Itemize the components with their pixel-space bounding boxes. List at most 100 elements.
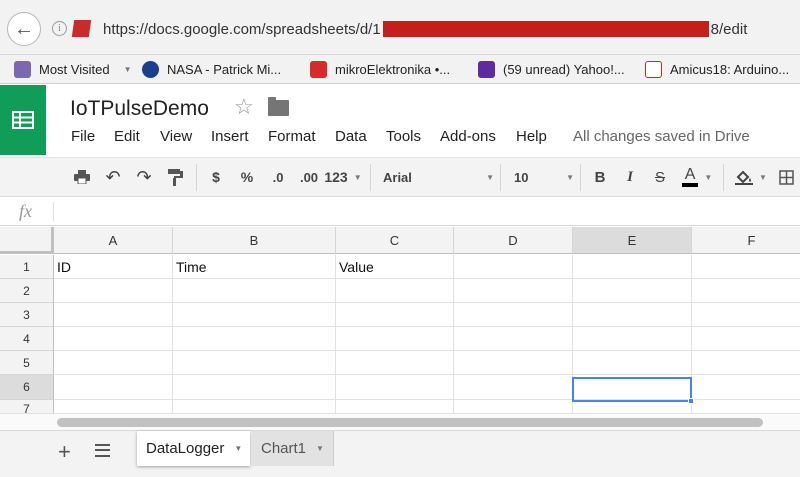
cell-f1[interactable] (692, 255, 800, 279)
cell-a7[interactable] (54, 400, 173, 413)
cell-b1[interactable]: Time (173, 255, 336, 279)
cell-e5[interactable] (573, 351, 692, 375)
menu-file[interactable]: File (71, 128, 95, 145)
cell-b2[interactable] (173, 279, 336, 303)
address-field[interactable]: https://docs.google.com/spreadsheets/d/1… (103, 21, 747, 38)
cell-e1[interactable] (573, 255, 692, 279)
scrollbar-thumb[interactable] (57, 418, 763, 427)
formula-input[interactable] (60, 203, 790, 221)
text-color-button[interactable]: A ▼ (678, 166, 716, 188)
selected-cell-e6[interactable] (572, 377, 692, 402)
tab-chart1[interactable]: Chart1 ▼ (252, 431, 334, 466)
cell-b5[interactable] (173, 351, 336, 375)
italic-button[interactable]: I (620, 166, 640, 188)
menu-view[interactable]: View (160, 128, 192, 145)
bold-button[interactable]: B (590, 166, 610, 188)
cell-f7[interactable] (692, 400, 800, 413)
info-icon[interactable]: i (52, 21, 67, 36)
font-family-select[interactable]: Arial ▼ (378, 166, 494, 188)
cell-f4[interactable] (692, 327, 800, 351)
fill-handle[interactable] (688, 398, 694, 404)
more-formats-button[interactable]: 123 ▼ (324, 166, 361, 188)
cell-a5[interactable] (54, 351, 173, 375)
add-sheet-icon[interactable]: + (58, 439, 71, 465)
save-status[interactable]: All changes saved in Drive (573, 128, 750, 145)
row-header-2[interactable]: 2 (0, 279, 54, 303)
undo-icon[interactable]: ↶ (103, 166, 123, 188)
decrease-decimal-button[interactable]: .0 (266, 166, 290, 188)
cell-e2[interactable] (573, 279, 692, 303)
row-header-6[interactable]: 6 (0, 375, 54, 400)
cell-d7[interactable] (454, 400, 573, 413)
menu-data[interactable]: Data (335, 128, 367, 145)
all-sheets-icon[interactable] (95, 444, 110, 457)
cell-f2[interactable] (692, 279, 800, 303)
select-all-corner[interactable] (0, 227, 54, 254)
cell-f3[interactable] (692, 303, 800, 327)
menu-addons[interactable]: Add-ons (440, 128, 496, 145)
redo-icon[interactable]: ↷ (134, 166, 154, 188)
menu-tools[interactable]: Tools (386, 128, 421, 145)
column-header-a[interactable]: A (54, 227, 173, 254)
folder-icon[interactable] (268, 97, 289, 116)
cell-a1[interactable]: ID (54, 255, 173, 279)
cell-e4[interactable] (573, 327, 692, 351)
cell-d1[interactable] (454, 255, 573, 279)
bookmark-yahoo[interactable]: (59 unread) Yahoo!... (478, 61, 625, 78)
cell-d2[interactable] (454, 279, 573, 303)
cell-d6[interactable] (454, 375, 573, 400)
sheets-logo-icon[interactable] (0, 85, 46, 155)
cell-c2[interactable] (336, 279, 454, 303)
cell-a6[interactable] (54, 375, 173, 400)
document-title[interactable]: IoTPulseDemo (70, 97, 209, 121)
menu-help[interactable]: Help (516, 128, 547, 145)
cell-c6[interactable] (336, 375, 454, 400)
cell-d3[interactable] (454, 303, 573, 327)
strikethrough-button[interactable]: S (650, 166, 670, 188)
cell-f6[interactable] (692, 375, 800, 400)
cell-d4[interactable] (454, 327, 573, 351)
chevron-down-icon[interactable]: ▼ (234, 444, 242, 453)
column-header-b[interactable]: B (173, 227, 336, 254)
font-size-select[interactable]: 10 ▼ (510, 166, 574, 188)
row-header-4[interactable]: 4 (0, 327, 54, 351)
column-header-c[interactable]: C (336, 227, 454, 254)
cell-a3[interactable] (54, 303, 173, 327)
chevron-down-icon[interactable]: ▼ (316, 444, 324, 453)
column-header-e[interactable]: E (573, 227, 692, 254)
cell-b4[interactable] (173, 327, 336, 351)
star-icon[interactable]: ☆ (234, 94, 254, 120)
percent-button[interactable]: % (237, 166, 257, 188)
row-header-3[interactable]: 3 (0, 303, 54, 327)
cell-d5[interactable] (454, 351, 573, 375)
tab-datalogger[interactable]: DataLogger ▼ (137, 431, 250, 466)
row-header-7[interactable]: 7 (0, 400, 54, 413)
column-header-d[interactable]: D (454, 227, 573, 254)
horizontal-scrollbar[interactable] (0, 413, 800, 430)
row-header-5[interactable]: 5 (0, 351, 54, 375)
fill-color-button[interactable]: ▼ (733, 166, 769, 188)
bookmark-nasa[interactable]: NASA - Patrick Mi... (142, 61, 281, 78)
cell-f5[interactable] (692, 351, 800, 375)
back-arrow-icon[interactable]: ← (7, 12, 41, 46)
bookmark-most-visited[interactable]: Most Visited ▼ (14, 61, 132, 78)
cell-c3[interactable] (336, 303, 454, 327)
cell-c7[interactable] (336, 400, 454, 413)
currency-button[interactable]: $ (208, 166, 224, 188)
cell-a4[interactable] (54, 327, 173, 351)
paint-format-icon[interactable] (165, 166, 185, 188)
menu-insert[interactable]: Insert (211, 128, 249, 145)
cell-e3[interactable] (573, 303, 692, 327)
bookmark-amicus[interactable]: Amicus18: Arduino... (645, 61, 789, 78)
column-header-f[interactable]: F (692, 227, 800, 254)
cell-c4[interactable] (336, 327, 454, 351)
print-icon[interactable] (72, 166, 92, 188)
cell-c5[interactable] (336, 351, 454, 375)
borders-icon[interactable] (776, 166, 796, 188)
menu-format[interactable]: Format (268, 128, 316, 145)
cell-b7[interactable] (173, 400, 336, 413)
cell-b6[interactable] (173, 375, 336, 400)
cell-b3[interactable] (173, 303, 336, 327)
row-header-1[interactable]: 1 (0, 255, 54, 279)
increase-decimal-button[interactable]: .00 (295, 166, 323, 188)
